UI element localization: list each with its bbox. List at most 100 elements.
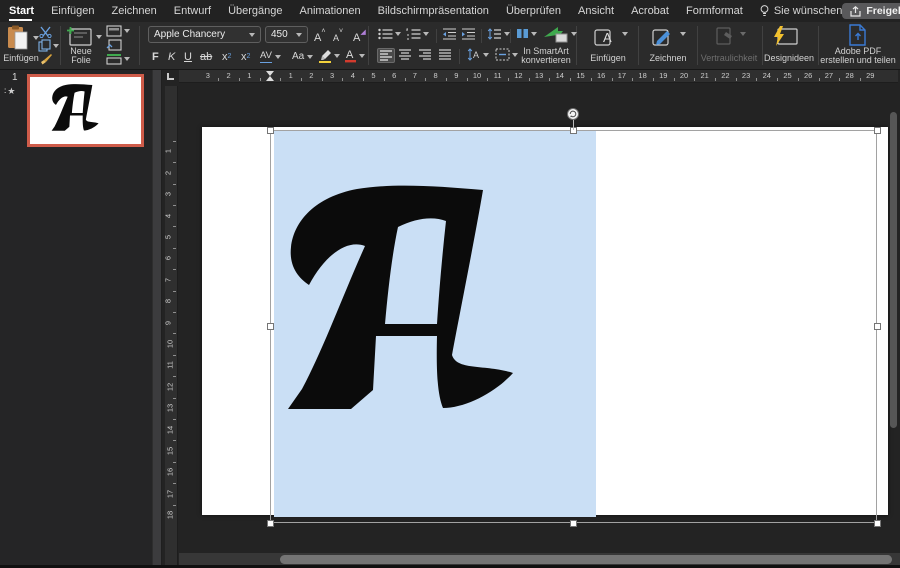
vertical-ruler[interactable]: 123456789101112131415161718: [165, 86, 178, 568]
adobe-pdf-label-2: erstellen und teilen: [820, 55, 896, 65]
character-spacing-button[interactable]: AV: [260, 47, 281, 63]
resize-handle-bottom-left[interactable]: [267, 520, 274, 527]
resize-handle-bottom-right[interactable]: [874, 520, 881, 527]
copy-button[interactable]: [38, 39, 59, 52]
format-painter-button[interactable]: [39, 53, 53, 66]
reset-slide-button[interactable]: [106, 39, 122, 51]
menu-tab--berg-nge[interactable]: Übergänge: [228, 0, 282, 22]
bullets-button[interactable]: [378, 28, 401, 40]
underline-button[interactable]: U: [184, 47, 192, 63]
menu-tab-zeichnen[interactable]: Zeichnen: [112, 0, 157, 22]
convert-smartart-button[interactable]: [543, 25, 577, 43]
menu-tab-einf-gen[interactable]: Einfügen: [51, 0, 94, 22]
resize-handle-top-right[interactable]: [874, 127, 881, 134]
clear-formatting-eraser-icon: ◢: [360, 27, 365, 39]
h-ruler-number: 3: [206, 71, 210, 80]
line-spacing-button[interactable]: [487, 28, 510, 40]
align-right-button[interactable]: [418, 49, 432, 60]
draw-button[interactable]: [652, 26, 676, 46]
rotation-handle[interactable]: [567, 108, 579, 120]
justify-button[interactable]: [438, 49, 452, 60]
align-left-button[interactable]: [377, 48, 395, 63]
subscript-button[interactable]: x2: [241, 47, 250, 63]
insert-shape-button[interactable]: A: [594, 26, 618, 46]
slide-letter-text: A: [163, 70, 164, 71]
menu-tab-start[interactable]: Start: [9, 0, 34, 22]
hanging-indent-marker[interactable]: [266, 76, 274, 81]
bullets-icon: [378, 28, 393, 40]
slide-thumbnail[interactable]: [27, 74, 144, 147]
panel-splitter[interactable]: [152, 70, 162, 568]
menu-tab-ansicht[interactable]: Ansicht: [578, 0, 614, 22]
font-size-select[interactable]: 450: [265, 26, 308, 43]
strikethrough-button[interactable]: ab: [200, 47, 212, 63]
new-slide-dropdown-chevron[interactable]: [96, 35, 102, 39]
change-case-button[interactable]: Aa: [292, 47, 313, 63]
h-ruler-tick: [487, 78, 488, 81]
columns-button[interactable]: [516, 28, 537, 39]
grow-font-button[interactable]: A˄: [314, 28, 325, 44]
insert-shape-chevron[interactable]: [622, 32, 628, 36]
menu-tab-bildschirmpr-sentation[interactable]: Bildschirmpräsentation: [378, 0, 489, 22]
cut-button[interactable]: [39, 26, 52, 38]
section-button[interactable]: [106, 53, 130, 65]
highlighter-icon: [318, 49, 332, 63]
increase-indent-button[interactable]: [461, 28, 476, 40]
shrink-font-button[interactable]: A˅: [333, 28, 343, 44]
horizontal-ruler[interactable]: 3211234567891011121314151617181920212223…: [179, 70, 898, 83]
textbox-selection-border[interactable]: [270, 130, 877, 523]
menu-tab-formformat[interactable]: Formformat: [686, 0, 743, 22]
rotate-icon: [569, 110, 577, 118]
menu-tab-entwurf[interactable]: Entwurf: [174, 0, 211, 22]
tab-selector-icon[interactable]: [165, 71, 177, 82]
h-ruler-tick: [715, 78, 716, 81]
section-chevron[interactable]: [124, 57, 130, 61]
resize-handle-middle-left[interactable]: [267, 323, 274, 330]
design-ideas-label: Designideen: [760, 53, 818, 63]
h-ruler-tick: [549, 78, 550, 81]
shrink-font-arrow-icon: ˅: [339, 26, 343, 38]
draw-chevron[interactable]: [680, 32, 686, 36]
align-center-button[interactable]: [398, 49, 412, 60]
share-button[interactable]: Freigeben: [842, 3, 900, 19]
clear-formatting-button[interactable]: A◢: [353, 28, 366, 44]
highlight-color-button[interactable]: [318, 49, 340, 63]
slide-layout-button[interactable]: [106, 25, 130, 37]
horizontal-scrollbar-thumb[interactable]: [280, 555, 892, 564]
animation-star-icon: ∶★: [4, 86, 16, 97]
slide-layout-icon: [106, 25, 122, 37]
clear-formatting-glyph: A: [353, 32, 360, 44]
align-text-button[interactable]: [495, 48, 518, 61]
v-ruler-tick: [173, 419, 176, 420]
v-ruler-number: 13: [166, 404, 175, 412]
small-divider: [459, 49, 460, 64]
v-ruler-number: 1: [164, 149, 173, 153]
resize-handle-middle-right[interactable]: [874, 323, 881, 330]
resize-handle-bottom-center[interactable]: [570, 520, 577, 527]
adobe-pdf-button[interactable]: [848, 24, 868, 46]
h-ruler-tick: [736, 78, 737, 81]
group-divider: [818, 26, 819, 65]
superscript-button[interactable]: x2: [222, 47, 231, 63]
menu-tab--berpr-fen[interactable]: Überprüfen: [506, 0, 561, 22]
menu-tab-acrobat[interactable]: Acrobat: [631, 0, 669, 22]
font-color-button[interactable]: A: [344, 48, 365, 63]
text-direction-button[interactable]: A: [466, 48, 489, 61]
menu-tab-animationen[interactable]: Animationen: [300, 0, 361, 22]
svg-text:A: A: [473, 50, 479, 60]
slide-layout-chevron[interactable]: [124, 29, 130, 33]
bold-button[interactable]: F: [152, 47, 159, 63]
v-ruler-tick: [173, 248, 176, 249]
font-name-select[interactable]: Apple Chancery: [148, 26, 261, 43]
numbering-icon: [406, 28, 421, 40]
align-right-icon: [418, 49, 432, 60]
vertical-scrollbar-thumb[interactable]: [890, 112, 897, 428]
design-ideas-button[interactable]: [772, 26, 798, 46]
italic-button[interactable]: K: [168, 47, 175, 63]
insert-text-icon: A: [594, 26, 618, 46]
menu-tab-sie-w-nschen[interactable]: Sie wünschen: [760, 0, 843, 22]
numbering-button[interactable]: [406, 28, 429, 40]
resize-handle-top-left[interactable]: [267, 127, 274, 134]
decrease-indent-button[interactable]: [442, 28, 457, 40]
v-ruler-tick: [173, 355, 176, 356]
